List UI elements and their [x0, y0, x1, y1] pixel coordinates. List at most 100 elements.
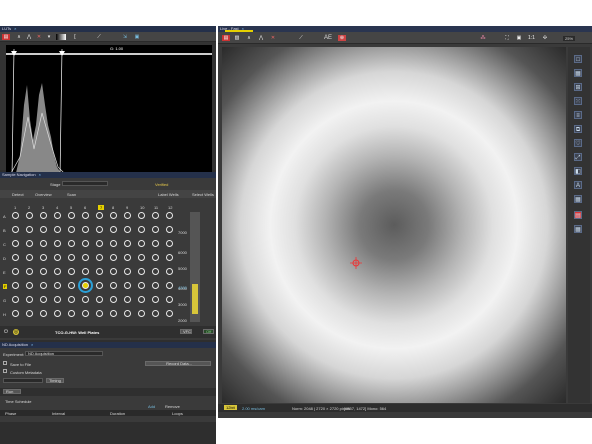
well-A12[interactable] [166, 212, 173, 219]
well-C3[interactable] [40, 240, 47, 247]
well-C9[interactable] [124, 240, 131, 247]
z-scale[interactable] [190, 212, 200, 322]
well-D9[interactable] [124, 254, 131, 261]
well-E3[interactable] [40, 268, 47, 275]
record-data-button[interactable]: Record Data... [145, 361, 211, 366]
well-G5[interactable] [68, 296, 75, 303]
well-D10[interactable] [138, 254, 145, 261]
well-H2[interactable] [26, 310, 33, 317]
channels-icon[interactable]: ⁂ [480, 35, 486, 41]
well-A8[interactable] [110, 212, 117, 219]
well-C6[interactable] [82, 240, 89, 247]
well-E9[interactable] [124, 268, 131, 275]
crosshair-icon[interactable]: ⊕ [338, 35, 346, 41]
select-icon[interactable]: □ [574, 55, 582, 63]
dots-icon[interactable]: ⁙ [574, 97, 582, 105]
image-icon[interactable]: ▨ [234, 35, 240, 41]
text-icon[interactable]: A [574, 181, 582, 189]
well-E1[interactable] [12, 268, 19, 275]
well-B10[interactable] [138, 226, 145, 233]
well-A5[interactable] [68, 212, 75, 219]
well-H3[interactable] [40, 310, 47, 317]
curve-icon[interactable]: ∧ [16, 34, 22, 40]
live-image[interactable] [222, 47, 566, 403]
well-B5[interactable] [68, 226, 75, 233]
well-C12[interactable] [166, 240, 173, 247]
timing-field[interactable] [3, 378, 43, 383]
well-H5[interactable] [68, 310, 75, 317]
scan-button[interactable]: Scan [67, 192, 76, 197]
well-H12[interactable] [166, 310, 173, 317]
stage-field[interactable] [62, 181, 108, 186]
expand-icon[interactable]: ⤢ [574, 153, 582, 161]
well-B1[interactable] [12, 226, 19, 233]
well-G11[interactable] [152, 296, 159, 303]
well-D4[interactable] [54, 254, 61, 261]
well-B7[interactable] [96, 226, 103, 233]
lut-icon[interactable]: ▤ [2, 34, 10, 40]
cross-icon[interactable]: ✕ [36, 34, 42, 40]
well-F6[interactable] [78, 278, 93, 293]
fit-icon[interactable]: ⛶ [504, 35, 510, 41]
well-D12[interactable] [166, 254, 173, 261]
move-icon[interactable]: ✣ [542, 35, 548, 41]
well-B8[interactable] [110, 226, 117, 233]
well-F8[interactable] [110, 282, 117, 289]
well-D7[interactable] [96, 254, 103, 261]
well-A2[interactable] [26, 212, 33, 219]
run-button[interactable]: Run [3, 389, 21, 394]
well-F11[interactable] [152, 282, 159, 289]
well-A4[interactable] [54, 212, 61, 219]
timing-button[interactable]: Timing [46, 378, 64, 383]
well-F10[interactable] [138, 282, 145, 289]
curve2-icon[interactable]: ⋀ [26, 34, 32, 40]
well-C1[interactable] [12, 240, 19, 247]
remove-button[interactable]: Remove [165, 404, 180, 409]
well-H1[interactable] [12, 310, 19, 317]
well-H9[interactable] [124, 310, 131, 317]
grid2-icon[interactable]: ▦ [574, 195, 582, 203]
cross-icon[interactable]: ✕ [270, 35, 276, 41]
bracket-icon[interactable]: [ [72, 34, 78, 40]
well-G6[interactable] [82, 296, 89, 303]
add-button[interactable]: Add [148, 404, 155, 409]
lut-icon[interactable]: ▤ [222, 35, 230, 41]
well-C5[interactable] [68, 240, 75, 247]
overview-button[interactable]: Overview [35, 192, 52, 197]
well-F3[interactable] [40, 282, 47, 289]
well-B12[interactable] [166, 226, 173, 233]
well-E12[interactable] [166, 268, 173, 275]
curve2-icon[interactable]: ⋀ [258, 35, 264, 41]
well-E6[interactable] [82, 268, 89, 275]
save-icon[interactable]: ▣ [134, 34, 140, 40]
well-F12[interactable] [166, 282, 173, 289]
well-D1[interactable] [12, 254, 19, 261]
save-checkbox[interactable] [3, 361, 7, 365]
fit-icon[interactable]: ⇲ [122, 34, 128, 40]
off-button[interactable]: Off [203, 329, 214, 334]
well-G10[interactable] [138, 296, 145, 303]
well-B4[interactable] [54, 226, 61, 233]
well-F4[interactable] [54, 282, 61, 289]
split-icon[interactable]: ◧ [574, 167, 582, 175]
well-G2[interactable] [26, 296, 33, 303]
well-B2[interactable] [26, 226, 33, 233]
one-to-one-icon[interactable]: 1:1 [528, 35, 535, 41]
well-C11[interactable] [152, 240, 159, 247]
layers-icon[interactable]: ⧉ [574, 125, 582, 133]
close-icon[interactable]: × [31, 342, 33, 347]
vfc-button[interactable]: VFC [180, 329, 192, 334]
close-icon[interactable]: × [14, 26, 16, 31]
well-B3[interactable] [40, 226, 47, 233]
power-icon[interactable]: ⏻ [3, 329, 9, 335]
well-C10[interactable] [138, 240, 145, 247]
well-E7[interactable] [96, 268, 103, 275]
close-icon[interactable]: × [39, 172, 41, 177]
well-B6[interactable] [82, 226, 89, 233]
well-F7[interactable] [96, 282, 103, 289]
well-H10[interactable] [138, 310, 145, 317]
well-B9[interactable] [124, 226, 131, 233]
well-A6[interactable] [82, 212, 89, 219]
list-icon[interactable]: ≡ [574, 111, 582, 119]
lut-side-icon[interactable]: ▤ [574, 211, 582, 219]
